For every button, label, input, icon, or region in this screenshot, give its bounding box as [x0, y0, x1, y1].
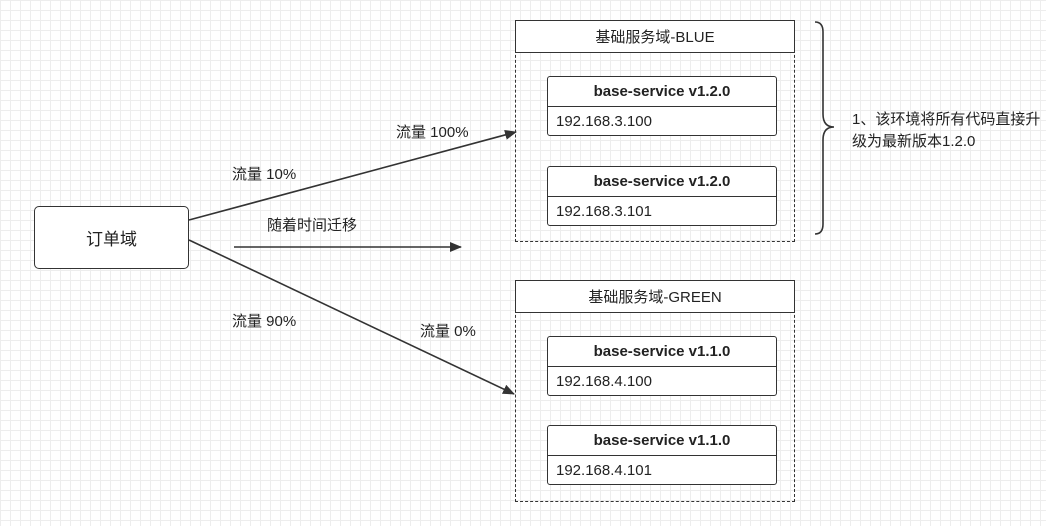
- service-ip: 192.168.3.100: [556, 112, 652, 130]
- edge-label-blue-start: 流量 10%: [232, 166, 297, 183]
- service-card[interactable]: base-service v1.2.0 192.168.3.101: [547, 166, 777, 226]
- service-card[interactable]: base-service v1.2.0 192.168.3.100: [547, 76, 777, 136]
- service-card[interactable]: base-service v1.1.0 192.168.4.101: [547, 425, 777, 485]
- edge-label-green-start: 流量 90%: [232, 313, 297, 330]
- domain-green-title: 基础服务域-GREEN: [515, 280, 795, 313]
- service-name: base-service v1.1.0: [548, 426, 776, 456]
- service-name: base-service v1.2.0: [548, 77, 776, 107]
- edge-label-blue-end: 流量 100%: [396, 124, 469, 141]
- domain-green[interactable]: 基础服务域-GREEN base-service v1.1.0 192.168.…: [515, 280, 795, 502]
- service-name: base-service v1.2.0: [548, 167, 776, 197]
- service-card[interactable]: base-service v1.1.0 192.168.4.100: [547, 336, 777, 396]
- order-domain-label: 订单域: [86, 230, 137, 249]
- migration-label: 随着时间迁移: [267, 217, 358, 234]
- curly-brace: [814, 21, 835, 235]
- service-ip: 192.168.3.101: [556, 202, 652, 220]
- upgrade-note: 1、该环境将所有代码直接升级为最新版本1.2.0: [852, 111, 1041, 150]
- edge-label-green-end: 流量 0%: [420, 323, 476, 340]
- service-ip: 192.168.4.100: [556, 372, 652, 390]
- domain-blue[interactable]: 基础服务域-BLUE base-service v1.2.0 192.168.3…: [515, 20, 795, 242]
- order-domain-node[interactable]: 订单域: [34, 206, 189, 269]
- service-name: base-service v1.1.0: [548, 337, 776, 367]
- domain-blue-title: 基础服务域-BLUE: [515, 20, 795, 53]
- service-ip: 192.168.4.101: [556, 461, 652, 479]
